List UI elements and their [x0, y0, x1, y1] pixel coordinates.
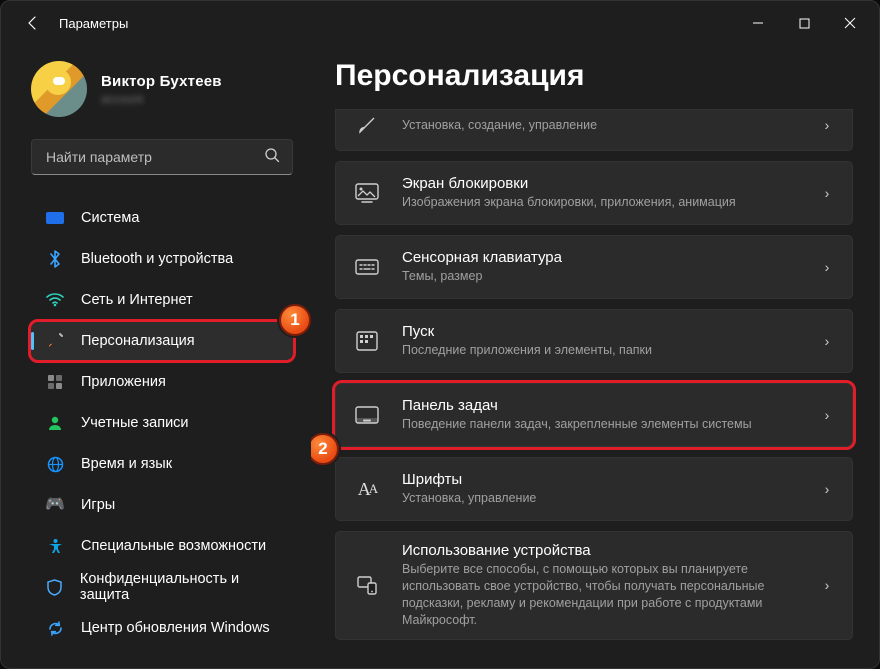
- card-themes-partial[interactable]: Установка, создание, управление ›: [335, 109, 853, 151]
- taskbar-icon: [354, 402, 380, 428]
- titlebar: Параметры: [1, 1, 879, 45]
- profile-text: Виктор Бухтеев account: [101, 73, 222, 106]
- paintbrush-icon: [45, 331, 65, 351]
- sidebar-item-label: Центр обновления Windows: [81, 620, 270, 636]
- card-subtitle: Установка, управление: [402, 490, 806, 507]
- display-icon: [45, 208, 65, 228]
- callout-badge-1: 1: [279, 304, 311, 336]
- sidebar-item-windows-update[interactable]: Центр обновления Windows: [31, 609, 293, 647]
- start-menu-icon: [354, 328, 380, 354]
- sidebar: Виктор Бухтеев account Система: [1, 45, 311, 668]
- keyboard-icon: [354, 254, 380, 280]
- lock-screen-icon: [354, 180, 380, 206]
- settings-window: Параметры Виктор Бухтеев account: [0, 0, 880, 669]
- card-taskbar[interactable]: Панель задач Поведение панели задач, зак…: [335, 383, 853, 447]
- body: Виктор Бухтеев account Система: [1, 45, 879, 668]
- card-title: Экран блокировки: [402, 175, 806, 192]
- chevron-right-icon: ›: [816, 259, 838, 275]
- sidebar-item-accounts[interactable]: Учетные записи: [31, 404, 293, 442]
- sidebar-item-network[interactable]: Сеть и Интернет: [31, 281, 293, 319]
- sidebar-item-label: Время и язык: [81, 456, 172, 472]
- search-input[interactable]: [44, 148, 264, 166]
- card-subtitle: Поведение панели задач, закрепленные эле…: [402, 416, 806, 433]
- sidebar-item-label: Учетные записи: [81, 415, 189, 431]
- profile-block[interactable]: Виктор Бухтеев account: [31, 61, 293, 117]
- chevron-right-icon: ›: [816, 117, 838, 133]
- card-title: Использование устройства: [402, 542, 806, 559]
- card-title: Пуск: [402, 323, 806, 340]
- bluetooth-icon: [45, 249, 65, 269]
- sidebar-item-label: Система: [81, 210, 139, 226]
- sidebar-item-system[interactable]: Система: [31, 199, 293, 237]
- sidebar-item-label: Персонализация: [81, 333, 195, 349]
- search-box[interactable]: [31, 139, 293, 175]
- card-subtitle: Выберите все способы, с помощью которых …: [402, 561, 806, 629]
- sidebar-item-apps[interactable]: Приложения: [31, 363, 293, 401]
- shield-icon: [45, 577, 64, 597]
- close-button[interactable]: [827, 7, 873, 39]
- card-fonts[interactable]: AA Шрифты Установка, управление ›: [335, 457, 853, 521]
- card-title: Панель задач: [402, 397, 806, 414]
- profile-subtext: account: [101, 92, 222, 106]
- sidebar-item-personalization-wrap: Персонализация 1: [31, 322, 293, 360]
- apps-icon: [45, 372, 65, 392]
- sidebar-item-label: Конфиденциальность и защита: [80, 571, 281, 603]
- page-title: Персонализация: [335, 59, 853, 93]
- sidebar-item-time-language[interactable]: Время и язык: [31, 445, 293, 483]
- window-controls: [735, 7, 873, 39]
- chevron-right-icon: ›: [816, 333, 838, 349]
- card-taskbar-wrap: Панель задач Поведение панели задач, зак…: [335, 383, 853, 447]
- card-device-usage[interactable]: Использование устройства Выберите все сп…: [335, 531, 853, 640]
- profile-name: Виктор Бухтеев: [101, 73, 222, 90]
- sidebar-item-label: Сеть и Интернет: [81, 292, 193, 308]
- card-subtitle: Последние приложения и элементы, папки: [402, 342, 806, 359]
- minimize-button[interactable]: [735, 7, 781, 39]
- sync-icon: [45, 618, 65, 638]
- chevron-right-icon: ›: [816, 577, 838, 593]
- card-subtitle: Установка, создание, управление: [402, 117, 806, 134]
- card-title: Шрифты: [402, 471, 806, 488]
- window-title: Параметры: [59, 16, 128, 31]
- sidebar-item-bluetooth[interactable]: Bluetooth и устройства: [31, 240, 293, 278]
- accessibility-icon: [45, 536, 65, 556]
- globe-clock-icon: [45, 454, 65, 474]
- person-icon: [45, 413, 65, 433]
- wifi-icon: [45, 290, 65, 310]
- sidebar-item-label: Приложения: [81, 374, 166, 390]
- sidebar-item-personalization[interactable]: Персонализация: [31, 322, 293, 360]
- sidebar-item-label: Специальные возможности: [81, 538, 266, 554]
- card-title: Сенсорная клавиатура: [402, 249, 806, 266]
- sidebar-item-label: Игры: [81, 497, 115, 513]
- theme-icon: [354, 112, 380, 138]
- sidebar-item-privacy[interactable]: Конфиденциальность и защита: [31, 568, 293, 606]
- card-subtitle: Темы, размер: [402, 268, 806, 285]
- search-icon: [264, 147, 280, 168]
- sidebar-item-accessibility[interactable]: Специальные возможности: [31, 527, 293, 565]
- maximize-button[interactable]: [781, 7, 827, 39]
- back-button[interactable]: [15, 5, 51, 41]
- chevron-right-icon: ›: [816, 185, 838, 201]
- device-usage-icon: [354, 572, 380, 598]
- game-controller-icon: 🎮: [45, 495, 65, 515]
- sidebar-nav: Система Bluetooth и устройства Сеть и Ин…: [31, 199, 293, 647]
- main-content: Персонализация Установка, создание, упра…: [311, 45, 879, 668]
- sidebar-item-label: Bluetooth и устройства: [81, 251, 233, 267]
- sidebar-item-gaming[interactable]: 🎮 Игры: [31, 486, 293, 524]
- font-icon: AA: [354, 476, 380, 502]
- chevron-right-icon: ›: [816, 407, 838, 423]
- avatar: [31, 61, 87, 117]
- card-subtitle: Изображения экрана блокировки, приложени…: [402, 194, 806, 211]
- card-lock-screen[interactable]: Экран блокировки Изображения экрана блок…: [335, 161, 853, 225]
- card-start[interactable]: Пуск Последние приложения и элементы, па…: [335, 309, 853, 373]
- chevron-right-icon: ›: [816, 481, 838, 497]
- card-touch-keyboard[interactable]: Сенсорная клавиатура Темы, размер ›: [335, 235, 853, 299]
